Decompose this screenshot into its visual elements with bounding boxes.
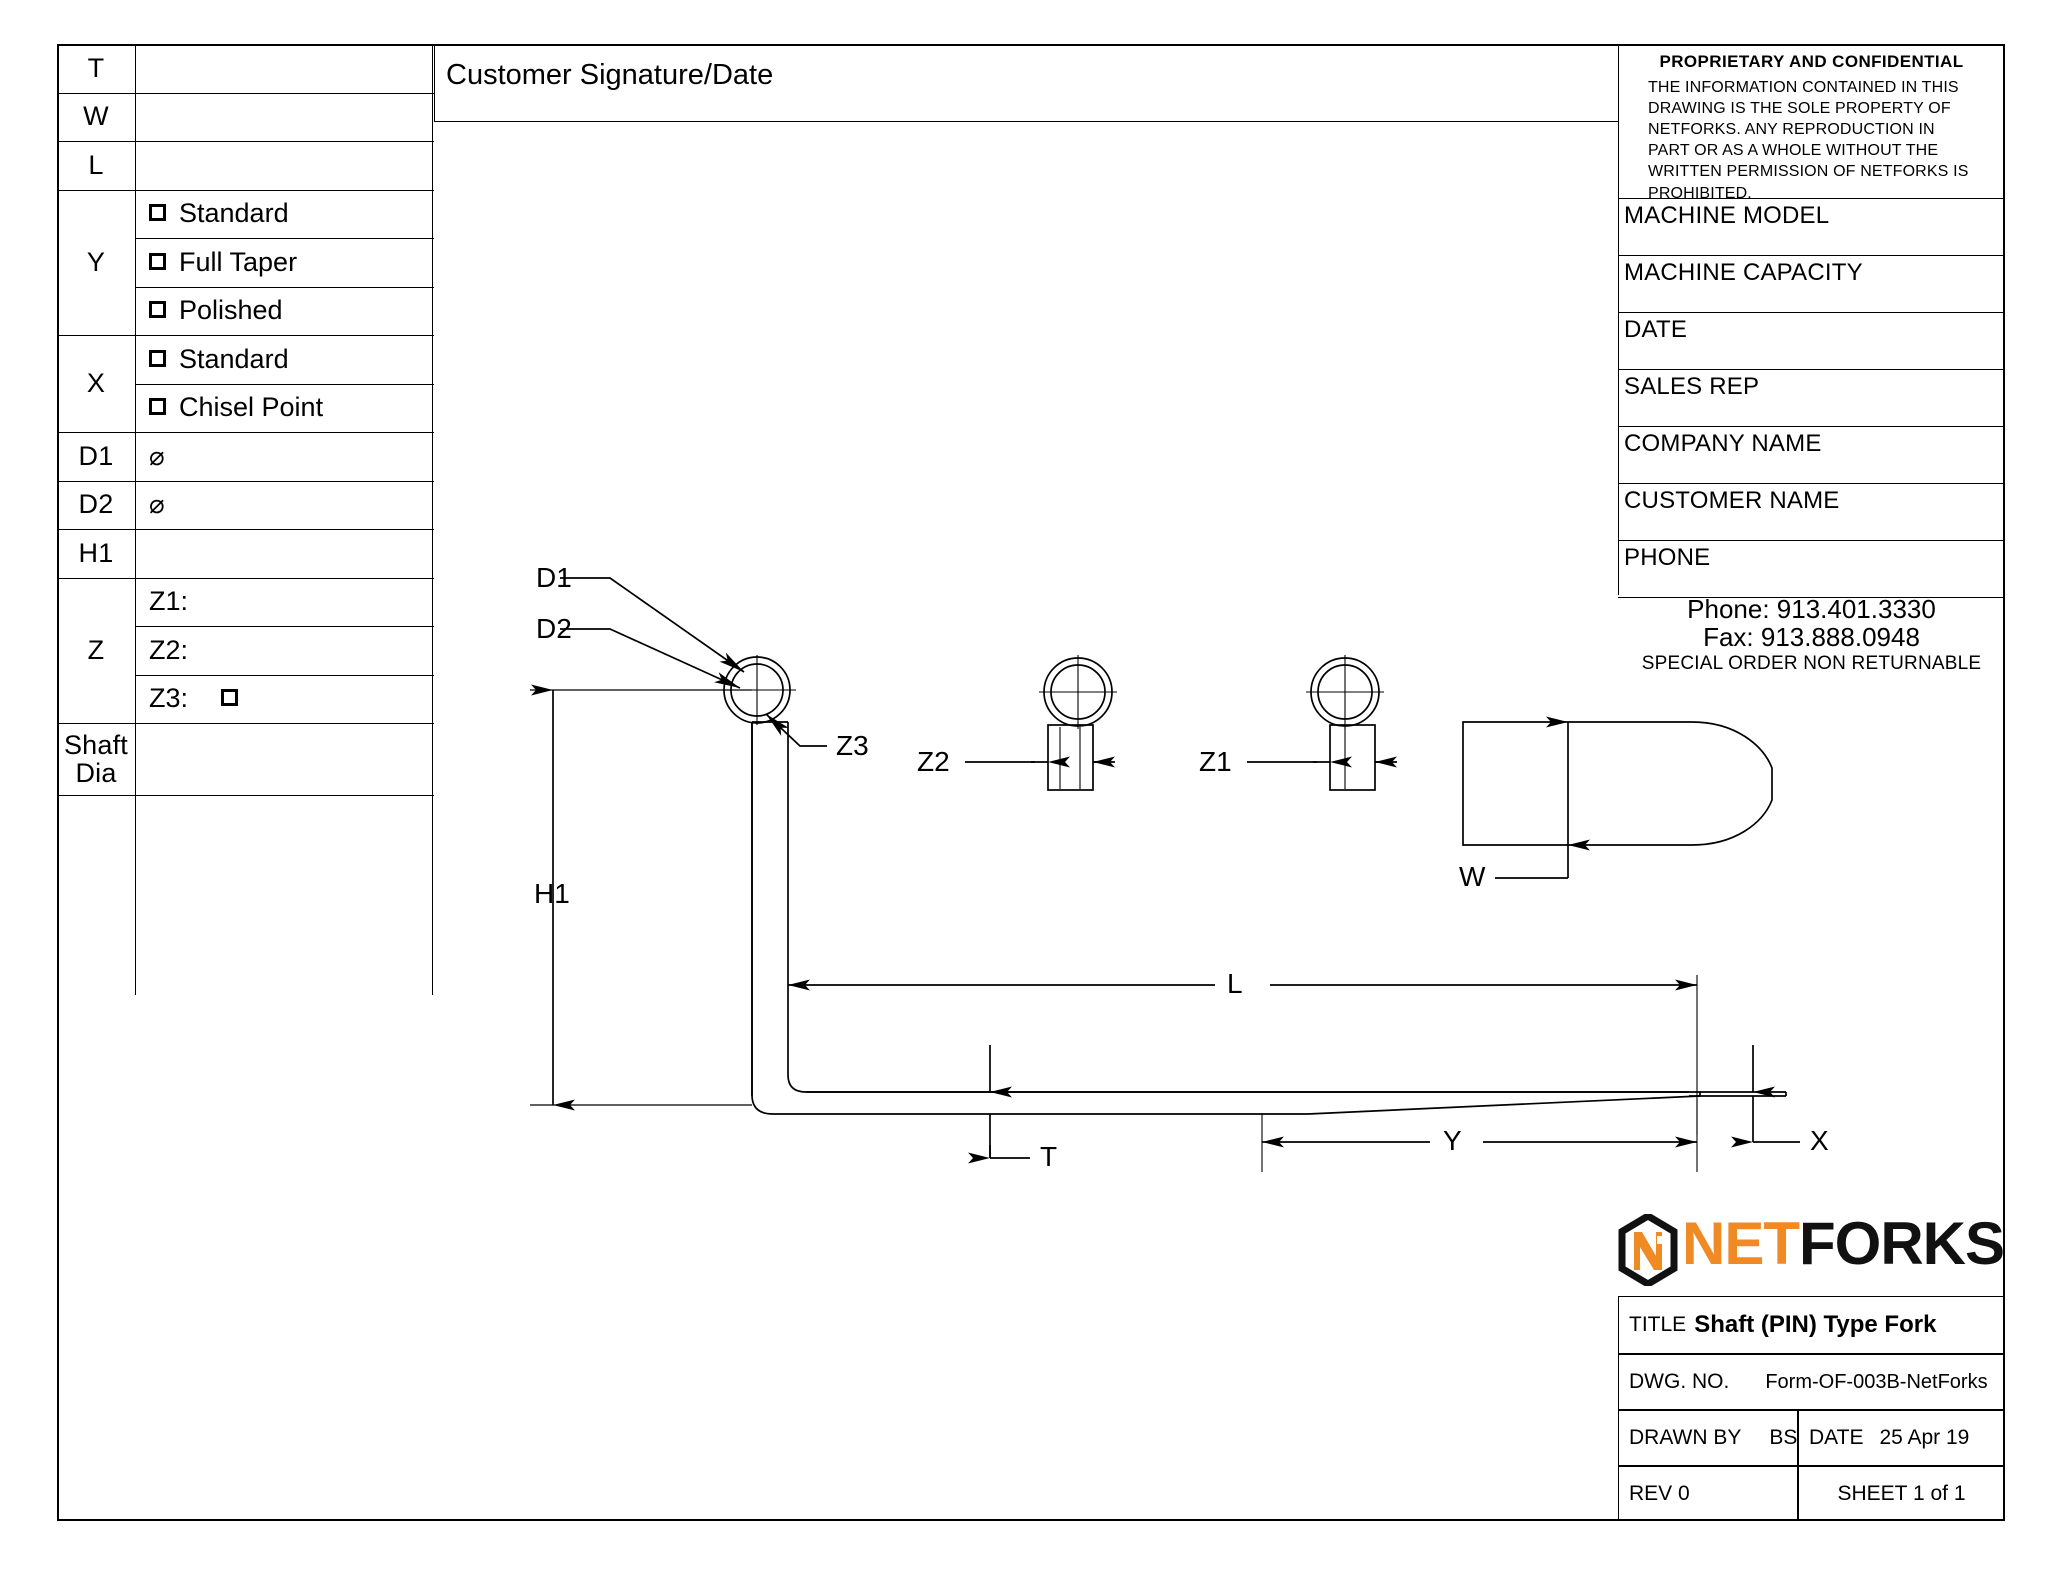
drawing-sheet: T W L Y Standard Full Taper Polished X S… <box>0 0 2046 1581</box>
tip-profile-w <box>1462 716 1773 879</box>
fork-side-profile <box>751 722 1787 1115</box>
z3-shank <box>751 721 789 1096</box>
leader-d1 <box>560 577 745 673</box>
label-h1: H1 <box>534 878 570 909</box>
hub-z2 <box>965 655 1117 791</box>
z2-shank-rect <box>1047 724 1094 791</box>
technical-drawing <box>530 577 1800 1172</box>
label-z3: Z3 <box>836 730 869 761</box>
drawing-geometry <box>530 577 1800 1172</box>
label-z2: Z2 <box>917 746 950 777</box>
label-y: Y <box>1443 1125 1462 1156</box>
dimension-y <box>1261 1100 1698 1172</box>
dimension-x <box>1731 1045 1800 1148</box>
hub-z1 <box>1247 655 1397 791</box>
leader-z3 <box>765 713 827 747</box>
label-l: L <box>1227 968 1243 999</box>
label-w: W <box>1459 861 1486 892</box>
label-d2: D2 <box>536 613 572 644</box>
label-z1: Z1 <box>1199 746 1232 777</box>
label-x: X <box>1810 1125 1829 1156</box>
label-d1: D1 <box>536 562 572 593</box>
dimension-t <box>968 1045 1030 1164</box>
z1-shank-rect <box>1329 724 1376 791</box>
label-t: T <box>1040 1141 1058 1172</box>
leader-d2 <box>560 628 741 689</box>
